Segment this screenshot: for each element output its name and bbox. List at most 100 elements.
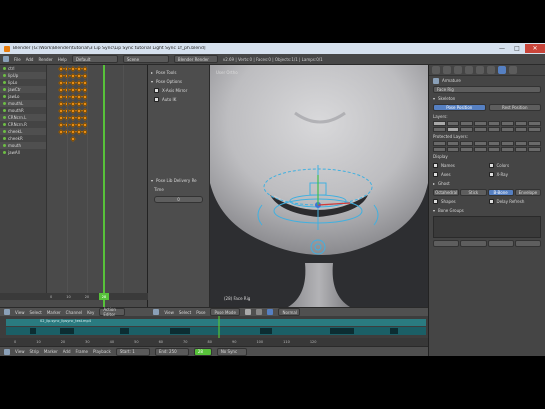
- layer-button[interactable]: [528, 147, 541, 152]
- channel-row[interactable]: mouthR: [0, 107, 46, 114]
- dope-menu-view[interactable]: View: [15, 310, 25, 315]
- layer-button[interactable]: [487, 141, 501, 146]
- layer-button[interactable]: [446, 147, 460, 152]
- render-engine-selector[interactable]: Blender Render: [173, 55, 218, 63]
- shapes-checkbox[interactable]: [433, 199, 438, 204]
- layer-button[interactable]: [528, 127, 541, 132]
- protected-layers-grid[interactable]: [429, 141, 545, 152]
- keyframe[interactable]: [70, 135, 76, 142]
- xray-checkbox[interactable]: [488, 172, 494, 177]
- channel-row[interactable]: ctrl: [0, 65, 46, 72]
- names-checkbox[interactable]: [433, 163, 438, 168]
- transform-orientation-selector[interactable]: Normal: [278, 308, 301, 316]
- rest-position-button[interactable]: Rest Position: [488, 104, 541, 111]
- layer-button[interactable]: [433, 141, 446, 146]
- armature-data-tab-icon[interactable]: [498, 66, 506, 74]
- object-tab-icon[interactable]: [465, 66, 473, 74]
- start-frame-field[interactable]: Start: 1: [115, 347, 150, 356]
- timeline-frame-menu[interactable]: Frame: [75, 349, 87, 354]
- minimize-button[interactable]: —: [495, 44, 509, 53]
- channel-row[interactable]: cheekL: [0, 128, 46, 135]
- dope-menu-key[interactable]: Key: [87, 310, 94, 315]
- layer-button[interactable]: [460, 141, 473, 146]
- viewport-shading-icon[interactable]: [245, 309, 252, 315]
- timeline-add-menu[interactable]: Add: [63, 349, 71, 354]
- layer-button[interactable]: [460, 121, 473, 126]
- bone-tab-icon[interactable]: [509, 66, 517, 74]
- dopesheet-ruler[interactable]: 0 10 20 30: [0, 293, 148, 300]
- layer-button[interactable]: [528, 121, 541, 126]
- dopesheet-mode-selector[interactable]: Action Editor: [99, 307, 126, 317]
- auto-ik-checkbox[interactable]: Auto IK: [151, 95, 206, 103]
- stick-button[interactable]: Stick: [460, 189, 487, 196]
- layer-button[interactable]: [446, 127, 460, 132]
- channel-expand-icon[interactable]: [3, 109, 6, 112]
- checkbox-box[interactable]: [154, 96, 159, 102]
- render-tab-icon[interactable]: [432, 66, 440, 74]
- channel-row[interactable]: lipLo: [0, 79, 46, 86]
- channel-row[interactable]: cheekR: [0, 135, 46, 142]
- channel-row[interactable]: lipUp: [0, 72, 46, 79]
- timeline-editor-icon[interactable]: [4, 348, 10, 355]
- menu-file[interactable]: File: [14, 57, 21, 62]
- layer-button[interactable]: [433, 147, 446, 152]
- channel-row[interactable]: jawCtr: [0, 86, 46, 93]
- layer-button[interactable]: [473, 141, 487, 146]
- timeline-view-menu[interactable]: View: [15, 349, 25, 354]
- layer-button[interactable]: [487, 121, 501, 126]
- layer-button[interactable]: [514, 127, 528, 132]
- layer-button[interactable]: [514, 147, 528, 152]
- layer-button[interactable]: [460, 147, 473, 152]
- bbone-button[interactable]: B-Bone: [487, 189, 514, 196]
- pose-menu[interactable]: Pose: [196, 310, 205, 315]
- current-frame-field[interactable]: 28: [193, 347, 212, 356]
- channel-expand-icon[interactable]: [3, 130, 6, 133]
- data-block-selector[interactable]: Face Rig: [429, 85, 545, 94]
- time-field[interactable]: 0: [154, 196, 203, 203]
- channel-expand-icon[interactable]: [3, 74, 6, 77]
- sequencer-editor[interactable]: 02_lip.sync_lipsync_test.mp4: [0, 316, 428, 338]
- layer-button[interactable]: [514, 121, 528, 126]
- octahedral-button[interactable]: Octahedral: [433, 189, 460, 196]
- world-tab-icon[interactable]: [454, 66, 462, 74]
- timeline-strip-menu[interactable]: Strip: [30, 349, 39, 354]
- pose-options-panel[interactable]: ▾ Pose Options: [151, 77, 206, 85]
- channel-expand-icon[interactable]: [3, 88, 6, 91]
- layer-button[interactable]: [446, 121, 460, 126]
- close-button[interactable]: ✕: [525, 44, 545, 53]
- envelope-button[interactable]: Envelope: [514, 189, 541, 196]
- layer-button[interactable]: [473, 121, 487, 126]
- channel-row[interactable]: CRNcrn.R: [0, 121, 46, 128]
- channel-row[interactable]: jawLo: [0, 93, 46, 100]
- layout-selector[interactable]: Default: [71, 55, 118, 63]
- layer-button[interactable]: [487, 147, 501, 152]
- bone-groups-list[interactable]: [433, 216, 541, 238]
- channel-expand-icon[interactable]: [3, 67, 6, 70]
- layers-grid[interactable]: [429, 121, 545, 132]
- pose-position-button[interactable]: Pose Position: [433, 104, 486, 111]
- operator-panel-header[interactable]: ▾ Pose Lib Delivery Re: [151, 176, 206, 184]
- checkbox-box[interactable]: [154, 87, 159, 93]
- dope-menu-channel[interactable]: Channel: [66, 310, 82, 315]
- channel-expand-icon[interactable]: [3, 137, 6, 140]
- current-frame-line[interactable]: [103, 65, 105, 307]
- pose-tools-panel[interactable]: ▸ Pose Tools: [151, 68, 206, 76]
- channel-expand-icon[interactable]: [3, 151, 6, 154]
- dope-menu-marker[interactable]: Marker: [47, 310, 61, 315]
- skeleton-panel-header[interactable]: ▾ Skeleton: [429, 94, 545, 103]
- manipulator-icon[interactable]: [267, 309, 274, 315]
- menu-add[interactable]: Add: [26, 57, 34, 62]
- layer-button[interactable]: [514, 141, 528, 146]
- bone-groups-panel-header[interactable]: ▾ Bone Groups: [429, 206, 545, 215]
- layer-button[interactable]: [446, 141, 460, 146]
- layer-button[interactable]: [501, 121, 514, 126]
- channel-row[interactable]: mouthL: [0, 100, 46, 107]
- layer-button[interactable]: [501, 141, 514, 146]
- layer-button[interactable]: [501, 147, 514, 152]
- constraints-tab-icon[interactable]: [476, 66, 484, 74]
- channel-row[interactable]: jawAll: [0, 149, 46, 156]
- channel-expand-icon[interactable]: [3, 95, 6, 98]
- x-axis-mirror-checkbox[interactable]: X-Axis Mirror: [151, 86, 206, 94]
- editor-type-icon[interactable]: [3, 56, 9, 62]
- deselect-button[interactable]: [514, 240, 541, 247]
